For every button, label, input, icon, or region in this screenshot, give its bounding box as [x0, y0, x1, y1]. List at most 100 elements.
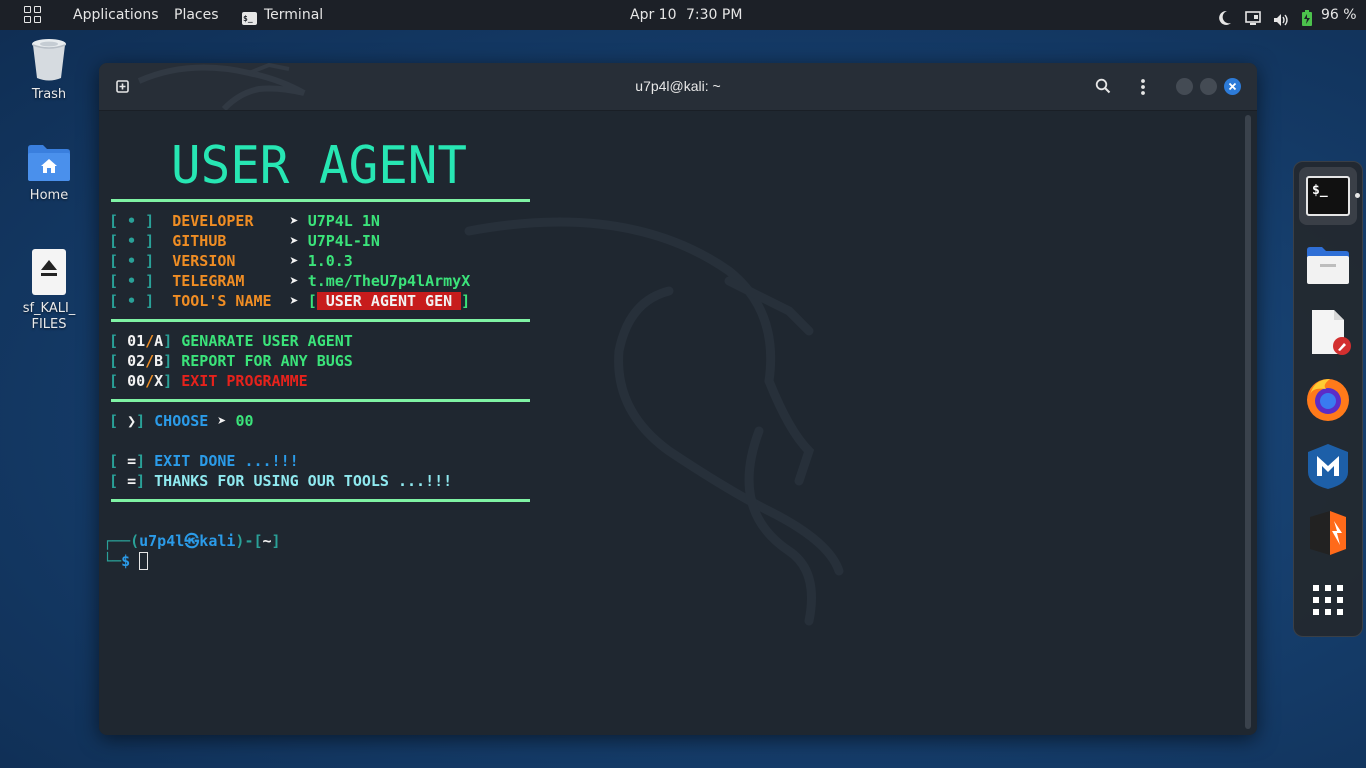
terminal-icon: $_	[1306, 176, 1350, 216]
info-row-telegram: [ • ] TELEGRAM ➤ t.me/TheU7p4lArmyX	[109, 271, 470, 291]
svg-text:$_: $_	[1312, 183, 1328, 198]
info-value: U7P4L-IN	[307, 232, 380, 250]
burpsuite-icon	[1310, 511, 1346, 555]
clock-date[interactable]: Apr 10	[630, 0, 676, 30]
bullet: [ • ]	[109, 252, 155, 270]
divider-line	[111, 399, 530, 402]
arrow-icon: ➤	[289, 292, 299, 310]
desktop-trash-label: Trash	[31, 87, 67, 102]
battery-percent[interactable]: 96 %	[1321, 0, 1357, 30]
bracket-open: [	[307, 292, 317, 310]
dock-burpsuite[interactable]	[1304, 509, 1352, 557]
scrollbar[interactable]	[1245, 115, 1251, 729]
app-grid-icon	[1313, 585, 1343, 615]
menu-option-01: [ 01/A] GENARATE USER AGENT	[109, 332, 353, 350]
arrow-icon: ➤	[289, 272, 299, 290]
dock: $_	[1293, 161, 1363, 637]
arrow-icon: ➤	[289, 252, 299, 270]
prompt-dollar: $	[121, 552, 131, 570]
desktop-shared-drive[interactable]: sf_KALI_ FILES	[9, 248, 89, 333]
info-label: TELEGRAM	[172, 272, 290, 290]
desktop-shared-drive-label-1: sf_KALI_	[22, 301, 76, 316]
dock-show-apps[interactable]	[1304, 576, 1352, 624]
exit-message: [ =] EXIT DONE ...!!!	[109, 452, 299, 470]
minimize-button[interactable]	[1176, 78, 1193, 95]
menu-option-02: [ 02/B] REPORT FOR ANY BUGS	[109, 352, 353, 370]
window-titlebar[interactable]: u7p4l@kali: ~	[99, 63, 1257, 111]
terminal-app-label: Terminal	[264, 7, 324, 23]
banner-text: USER AGENT	[171, 137, 467, 187]
divider-line	[111, 499, 530, 502]
dock-metasploit[interactable]	[1304, 442, 1352, 490]
menu-option-text: REPORT FOR ANY BUGS	[181, 352, 353, 370]
divider-line	[111, 319, 530, 322]
shell-prompt-line-2[interactable]: └─$	[103, 551, 149, 571]
bullet: [ • ]	[109, 212, 155, 230]
dock-files[interactable]	[1304, 242, 1352, 290]
arrow-icon: ➤	[289, 232, 299, 250]
kebab-menu-icon[interactable]	[1139, 78, 1147, 96]
prompt-dir: ~	[262, 532, 272, 550]
menu-option-text: GENARATE USER AGENT	[181, 332, 353, 350]
info-row-tool-name: [ • ] TOOL'S NAME ➤ [USER AGENT GEN]	[109, 291, 470, 311]
info-row-github: [ • ] GITHUB ➤ U7P4L-IN	[109, 231, 380, 251]
prompt-user: u7p4l	[139, 532, 185, 550]
volume-icon[interactable]	[1273, 8, 1289, 26]
desktop-trash[interactable]: Trash	[9, 36, 89, 103]
firefox-icon	[1307, 379, 1349, 421]
info-value: t.me/TheU7p4lArmyX	[307, 272, 471, 290]
maximize-button[interactable]	[1200, 78, 1217, 95]
dock-text-editor[interactable]	[1304, 308, 1352, 356]
thanks-message: [ =] THANKS FOR USING OUR TOOLS ...!!!	[109, 472, 453, 490]
text-cursor	[139, 552, 149, 570]
search-icon[interactable]	[1095, 78, 1111, 94]
menu-option-text: EXIT PROGRAMME	[181, 372, 308, 390]
close-button[interactable]	[1224, 78, 1241, 95]
places-menu[interactable]: Places	[174, 0, 219, 30]
terminal-app-menu[interactable]: $_ Terminal	[242, 0, 323, 30]
prompt-host: kali	[199, 532, 236, 550]
night-mode-icon[interactable]	[1218, 7, 1232, 25]
text-editor-icon	[1312, 310, 1351, 355]
info-row-developer: [ • ] DEVELOPER ➤ U7P4L 1N	[109, 211, 380, 231]
shell-prompt-line-1: ┌──(u7p4l㉿kali)-[~]	[103, 532, 281, 550]
battery-icon[interactable]	[1302, 7, 1312, 26]
desktop-home[interactable]: Home	[9, 143, 89, 204]
user-agent-banner: USER AGENT	[171, 137, 467, 187]
arrow-icon: ➤	[289, 212, 299, 230]
arrow-icon: ➤	[217, 412, 227, 430]
home-folder-icon	[28, 145, 70, 181]
dragon-watermark-icon	[137, 63, 306, 110]
prompt-at: ㉿	[184, 532, 200, 550]
metasploit-icon	[1308, 444, 1348, 489]
desktop-shared-drive-label-2: FILES	[31, 317, 67, 332]
info-value: U7P4L 1N	[307, 212, 380, 230]
running-indicator	[1355, 193, 1360, 198]
menu-option-00: [ 00/X] EXIT PROGRAMME	[109, 372, 308, 390]
info-label: TOOL'S NAME	[172, 292, 290, 310]
choose-label: CHOOSE	[154, 412, 209, 430]
new-tab-icon[interactable]	[115, 79, 131, 95]
dock-firefox[interactable]	[1304, 375, 1352, 423]
dock-terminal[interactable]: $_	[1299, 167, 1357, 225]
terminal-body[interactable]: USER AGENT [ • ] DEVELOPER ➤ U7P4L 1N [ …	[99, 111, 1257, 735]
activities-grid-icon[interactable]	[24, 6, 41, 23]
desktop-home-label: Home	[29, 188, 69, 203]
info-label: DEVELOPER	[172, 212, 290, 230]
screen-icon[interactable]	[1245, 7, 1261, 25]
bullet: [ • ]	[109, 292, 155, 310]
bullet: [ • ]	[109, 232, 155, 250]
top-bar: Applications Places $_ Terminal Apr 10 7:…	[0, 0, 1366, 30]
terminal-window[interactable]: u7p4l@kali: ~ USER AGENT [•] DEVELOPER…	[99, 63, 1257, 735]
kali-dragon-watermark-icon	[464, 217, 844, 626]
close-icon	[1228, 82, 1237, 91]
choose-value: 00	[235, 412, 254, 430]
applications-menu[interactable]: Applications	[73, 0, 159, 30]
info-value: 1.0.3	[307, 252, 353, 270]
tool-name-badge: USER AGENT GEN	[316, 292, 462, 310]
choose-prompt: [ ❯] CHOOSE ➤ 00	[109, 412, 254, 430]
clock-time[interactable]: 7:30 PM	[686, 0, 742, 30]
trash-icon	[32, 39, 66, 81]
bullet: [ • ]	[109, 272, 155, 290]
info-row-version: [ • ] VERSION ➤ 1.0.3	[109, 251, 353, 271]
